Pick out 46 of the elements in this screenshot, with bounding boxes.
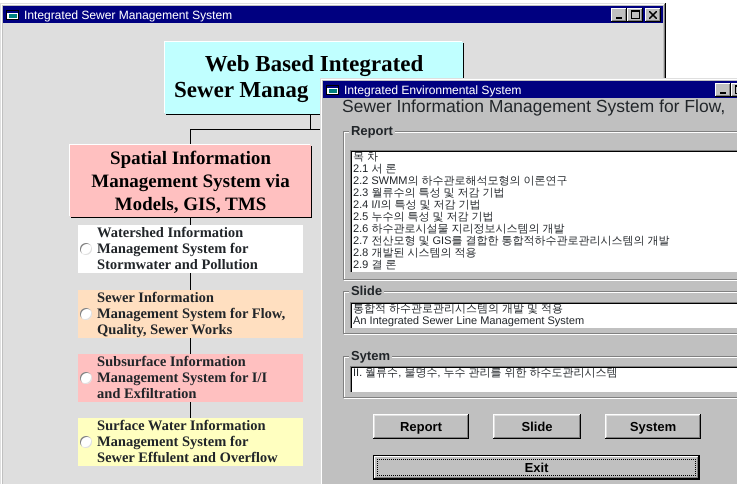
minimize-button[interactable] xyxy=(715,82,731,96)
group-label: Sytem xyxy=(349,349,392,363)
text-line: An Integrated Sewer Line Management System xyxy=(353,315,586,327)
system-node: Spatial Information Management System via Models, GIS, TMS xyxy=(70,145,311,217)
maximize-icon xyxy=(630,10,640,19)
text-line: II. 월류수, 불명수, 누수 관리를 위한 하수도관리시스템 xyxy=(353,367,619,379)
text-line: 2.8 개발된 시스템의 적용 xyxy=(353,247,478,259)
connector-line xyxy=(190,402,191,418)
window-title: Integrated Sewer Management System xyxy=(24,6,232,24)
text-box[interactable]: II. 월류수, 불명수, 누수 관리를 위한 하수도관리시스템 xyxy=(350,366,737,392)
close-button[interactable] xyxy=(645,8,661,22)
option-label: Watershed Information Management System for Stormwater and Pollution xyxy=(97,225,258,273)
option-label: Sewer Information Management System for Flow, Quality, Sewer Works xyxy=(97,290,286,338)
text-box[interactable]: 목 차 2.1 서 론 2.2 SWMM의 하수관로해석모형의 이론연구 2.3 월류수의 특성 및 저감 기법 2.4 I/I의 특성 및 저감 기법 2.5 누수의 특성 및 저감 기법 2.6 하수관로시설물 지리정보시스템의 개발 2.7 전산모형 및 GIS를 결합한 통합적하수관로관리시스템의 개발 2.8 개발된 시스템의 적용 2.9 결 론 xyxy=(350,150,737,272)
option-label: Subsurface Information Management System for I/I and Exfiltration xyxy=(97,354,268,402)
connector-line xyxy=(190,338,191,354)
exit-button[interactable]: Exit xyxy=(373,455,700,480)
text-line: 2.2 SWMM의 하수관로해석모형의 이론연구 xyxy=(353,175,569,187)
action-button[interactable]: Slide xyxy=(493,414,581,439)
text-line: 통합적 하수관로관리시스템의 개발 및 적용 xyxy=(353,303,564,315)
radio-button[interactable] xyxy=(80,243,92,255)
text-box[interactable]: 통합적 하수관로관리시스템의 개발 및 적용 An Integrated Sewer Line Management System xyxy=(350,302,737,328)
app-icon xyxy=(6,8,20,20)
text-line: 2.1 서 론 xyxy=(353,163,398,175)
option-label: Surface Water Information Management System for Sewer Effulent and Overflow xyxy=(97,418,278,466)
group-label: Slide xyxy=(349,284,384,298)
radio-button[interactable] xyxy=(80,436,92,448)
text-line: 2.6 하수관로시설물 지리정보시스템의 개발 xyxy=(353,223,566,235)
text-line: 2.7 전산모형 및 GIS를 결합한 통합적하수관로관리시스템의 개발 xyxy=(353,235,671,247)
text-line: 2.3 월류수의 특성 및 저감 기법 xyxy=(353,187,506,199)
minimize-button[interactable] xyxy=(611,8,627,22)
action-button[interactable]: System xyxy=(605,414,701,439)
radio-button[interactable] xyxy=(80,372,92,384)
text-line: 목 차 xyxy=(353,151,380,163)
text-line: 2.5 누수의 특성 및 저감 기법 xyxy=(353,211,495,223)
minimize-icon xyxy=(616,16,622,18)
group-label: Report xyxy=(349,124,395,138)
connector-line xyxy=(190,272,191,290)
maximize-button[interactable] xyxy=(627,8,643,22)
close-icon xyxy=(649,10,657,18)
minimize-icon xyxy=(720,92,726,94)
text-line: 2.4 I/I의 특성 및 저감 기법 xyxy=(353,199,482,211)
app-icon xyxy=(326,84,340,96)
text-line: 2.9 결 론 xyxy=(353,259,398,271)
radio-button[interactable] xyxy=(80,308,92,320)
action-button[interactable]: Report xyxy=(373,414,469,439)
